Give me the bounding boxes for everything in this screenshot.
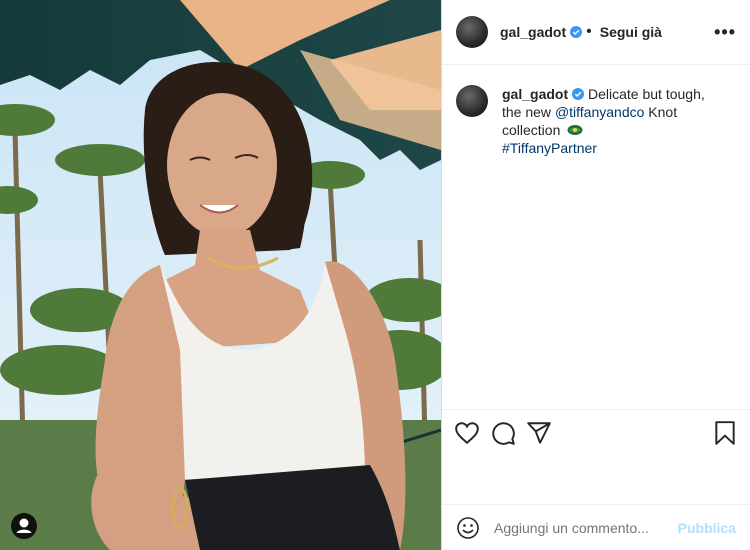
caption-avatar[interactable] — [456, 85, 488, 117]
user-tag-icon[interactable] — [11, 513, 37, 539]
comment-icon[interactable] — [490, 420, 516, 446]
post-caption: gal_gadot Delicate but tough, the new @t… — [442, 65, 750, 157]
post-sidebar: gal_gadot • Segui già ••• gal_gadot Deli… — [441, 0, 750, 550]
avatar[interactable] — [456, 16, 488, 48]
verified-icon — [570, 26, 583, 38]
instagram-post: gal_gadot • Segui già ••• gal_gadot Deli… — [0, 0, 750, 550]
share-icon[interactable] — [526, 420, 552, 446]
more-options-icon[interactable]: ••• — [714, 22, 736, 43]
photo-illustration — [0, 0, 441, 550]
comment-bar: Pubblica — [442, 504, 750, 550]
follow-status-button[interactable]: Segui già — [600, 24, 662, 40]
bookmark-icon[interactable] — [712, 420, 738, 446]
post-photo[interactable] — [0, 0, 441, 550]
smiley-icon[interactable] — [456, 516, 480, 540]
header-username[interactable]: gal_gadot — [500, 24, 566, 40]
action-bar — [442, 409, 750, 455]
caption-text: gal_gadot Delicate but tough, the new @t… — [502, 85, 722, 157]
post-header: gal_gadot • Segui già ••• — [442, 0, 750, 65]
verified-icon — [572, 88, 585, 100]
publish-button[interactable]: Pubblica — [678, 520, 736, 536]
comment-input[interactable] — [492, 518, 678, 537]
heart-icon[interactable] — [454, 420, 480, 446]
mention-link[interactable]: @tiffanyandco — [555, 104, 644, 120]
hashtag-link[interactable]: #TiffanyPartner — [502, 140, 597, 156]
caption-username[interactable]: gal_gadot — [502, 86, 568, 102]
header-separator: • — [586, 23, 592, 40]
ribbon-emoji-icon — [567, 125, 583, 135]
